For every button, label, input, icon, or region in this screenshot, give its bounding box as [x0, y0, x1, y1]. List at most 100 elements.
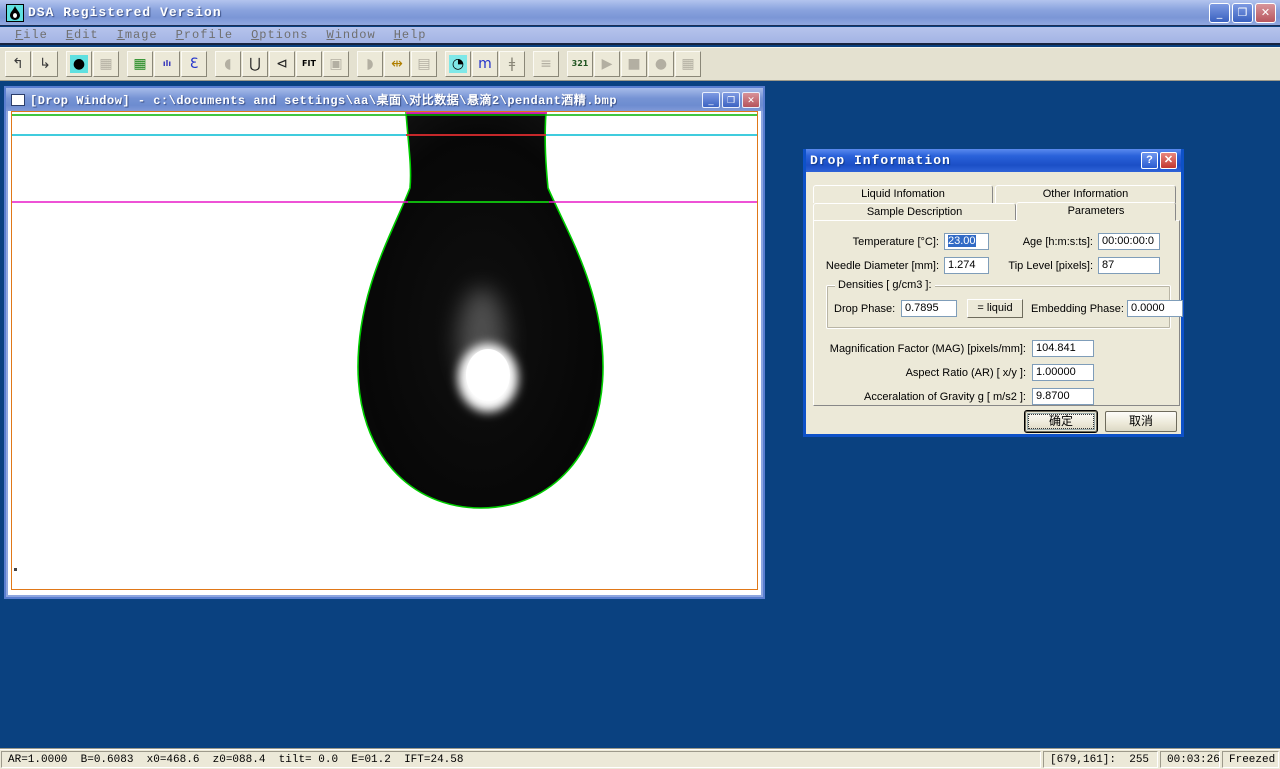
- embedding-phase-label: Embedding Phase:: [1031, 303, 1124, 315]
- epsilon-icon[interactable]: Ɛ: [181, 51, 207, 77]
- densities-groupbox: Densities [ g/cm3 ]: Drop Phase: 0.7895 …: [826, 285, 1171, 329]
- record-icon: ●: [652, 55, 670, 73]
- dialog-titlebar[interactable]: Drop Information ? ✕: [806, 149, 1181, 172]
- drop-window-title: [Drop Window] - c:\documents and setting…: [30, 91, 617, 108]
- drop-close-button[interactable]: ✕: [742, 92, 760, 108]
- grid-icon: ▦: [679, 55, 697, 73]
- drop-window-client: [8, 111, 761, 595]
- gravity-input[interactable]: 9.8700: [1032, 388, 1094, 405]
- syringe-icon[interactable]: ǂ: [499, 51, 525, 77]
- dsa-drop-logo-icon[interactable]: ●: [66, 51, 92, 77]
- stop-icon[interactable]: ■: [621, 51, 647, 77]
- record-icon[interactable]: ●: [648, 51, 674, 77]
- play-icon[interactable]: ▶: [594, 51, 620, 77]
- drop-information-dialog: Drop Information ? ✕ Liquid Infomation O…: [803, 149, 1184, 437]
- speck: [14, 568, 17, 571]
- toolbar-separator: [59, 51, 66, 77]
- save-image-icon: ↳: [36, 55, 54, 73]
- drop-phase-input[interactable]: 0.7895: [901, 300, 957, 317]
- menu-bar: FileEditImageProfileOptionsWindowHelp: [0, 27, 1280, 45]
- menu-profile[interactable]: Profile: [167, 27, 242, 43]
- cancel-button[interactable]: 取消: [1105, 411, 1177, 432]
- app-title: DSA Registered Version: [28, 5, 222, 20]
- tab-liquid-information[interactable]: Liquid Infomation: [813, 185, 993, 203]
- video-sequence-321-icon: 321: [571, 55, 589, 73]
- dialog-close-button[interactable]: ✕: [1160, 152, 1177, 169]
- menu-image[interactable]: Image: [108, 27, 167, 43]
- pendant-drop-icon: ⋃: [246, 55, 264, 73]
- drop-profile-icon[interactable]: ◗: [357, 51, 383, 77]
- toolbar-separator: [560, 51, 567, 77]
- age-label: Age [h:m:s:ts]:: [1023, 236, 1093, 248]
- calipers-icon: ⇹: [388, 55, 406, 73]
- pendant-drop-icon[interactable]: ⋃: [242, 51, 268, 77]
- minimize-button[interactable]: _: [1209, 3, 1230, 23]
- restore-button[interactable]: ❐: [1232, 3, 1253, 23]
- extract-profile-icon: ▦: [97, 55, 115, 73]
- close-button[interactable]: ✕: [1255, 3, 1276, 23]
- video-sequence-321-icon[interactable]: 321: [567, 51, 593, 77]
- gravity-label: Acceralation of Gravity g [ m/s2 ]:: [864, 391, 1026, 403]
- app-logo-icon: [6, 4, 24, 22]
- clipboard-icon: ▤: [415, 55, 433, 73]
- fit-icon[interactable]: FIT: [296, 51, 322, 77]
- menu-help[interactable]: Help: [385, 27, 436, 43]
- menu-edit[interactable]: Edit: [57, 27, 108, 43]
- toolbar: ↰ ↳ ● ▦ ▦ ılı Ɛ ◖ ⋃ ⊲ FIT ▣ ◗ ⇹ ▤ ◔ mǂ ≡ 321 ▶ ■ ● ▦: [0, 47, 1280, 81]
- bar-chart-icon: ılı: [158, 55, 176, 73]
- sessile-drop-icon[interactable]: ◖: [215, 51, 241, 77]
- clipboard-icon[interactable]: ▤: [411, 51, 437, 77]
- drop-window: [Drop Window] - c:\documents and setting…: [4, 86, 765, 599]
- tab-parameters[interactable]: Parameters: [1016, 202, 1176, 221]
- densities-caption: Densities [ g/cm3 ]:: [835, 279, 935, 291]
- temperature-label: Temperature [°C]:: [853, 236, 939, 248]
- temperature-input[interactable]: 23.00: [944, 233, 989, 250]
- magnification-label: Magnification Factor (MAG) [pixels/mm]:: [830, 343, 1026, 355]
- drop-profile-icon: ◗: [361, 55, 379, 73]
- drop-phase-label: Drop Phase:: [834, 303, 895, 315]
- pendant-drop-image: [12, 112, 758, 590]
- open-image-icon[interactable]: ↰: [5, 51, 31, 77]
- print-icon[interactable]: ≡: [533, 51, 559, 77]
- tab-other-information[interactable]: Other Information: [995, 185, 1176, 203]
- play-icon: ▶: [598, 55, 616, 73]
- extract-profile-icon[interactable]: ▦: [93, 51, 119, 77]
- tab-sample-description[interactable]: Sample Description: [813, 203, 1016, 221]
- drop-image-area[interactable]: [11, 111, 758, 590]
- magnification-input[interactable]: 104.841: [1032, 340, 1094, 357]
- drop-window-titlebar[interactable]: [Drop Window] - c:\documents and setting…: [6, 88, 763, 111]
- ok-button[interactable]: 确定: [1025, 411, 1097, 432]
- menu-options[interactable]: Options: [242, 27, 317, 43]
- age-input[interactable]: 00:00:00:0: [1098, 233, 1160, 250]
- drop-window-system-icon[interactable]: [11, 94, 25, 106]
- tip-level-input[interactable]: 87: [1098, 257, 1160, 274]
- embedding-phase-input[interactable]: 0.0000: [1127, 300, 1183, 317]
- aspect-ratio-input[interactable]: 1.00000: [1032, 364, 1094, 381]
- stop-icon: ■: [625, 55, 643, 73]
- equals-liquid-button[interactable]: = liquid: [967, 299, 1023, 318]
- needle-tip-icon[interactable]: ⊲: [269, 51, 295, 77]
- status-fit-results: AR=1.0000 B=0.6083 x0=468.6 z0=088.4 til…: [1, 751, 1041, 768]
- calipers-icon[interactable]: ⇹: [384, 51, 410, 77]
- frame-icon[interactable]: ▣: [323, 51, 349, 77]
- menu-file[interactable]: File: [6, 27, 57, 43]
- needle-diameter-input[interactable]: 1.274: [944, 257, 989, 274]
- frame-icon: ▣: [327, 55, 345, 73]
- menu-window[interactable]: Window: [317, 27, 384, 43]
- drop-minimize-button[interactable]: _: [702, 92, 720, 108]
- magnification-icon: m: [476, 55, 494, 73]
- needle-tip-icon: ⊲: [273, 55, 291, 73]
- clock-icon: ◔: [449, 55, 467, 73]
- save-image-icon[interactable]: ↳: [32, 51, 58, 77]
- bar-chart-icon[interactable]: ılı: [154, 51, 180, 77]
- drop-glyph: [9, 6, 21, 20]
- drop-maximize-button[interactable]: ❐: [722, 92, 740, 108]
- grid-icon[interactable]: ▦: [675, 51, 701, 77]
- magnification-icon[interactable]: m: [472, 51, 498, 77]
- status-camera-state: Freezed: [1222, 751, 1279, 768]
- clock-icon[interactable]: ◔: [445, 51, 471, 77]
- data-table-icon[interactable]: ▦: [127, 51, 153, 77]
- parameters-panel: Temperature [°C]: 23.00 Age [h:m:s:ts]: …: [813, 220, 1180, 406]
- dialog-help-button[interactable]: ?: [1141, 152, 1158, 169]
- open-image-icon: ↰: [9, 55, 27, 73]
